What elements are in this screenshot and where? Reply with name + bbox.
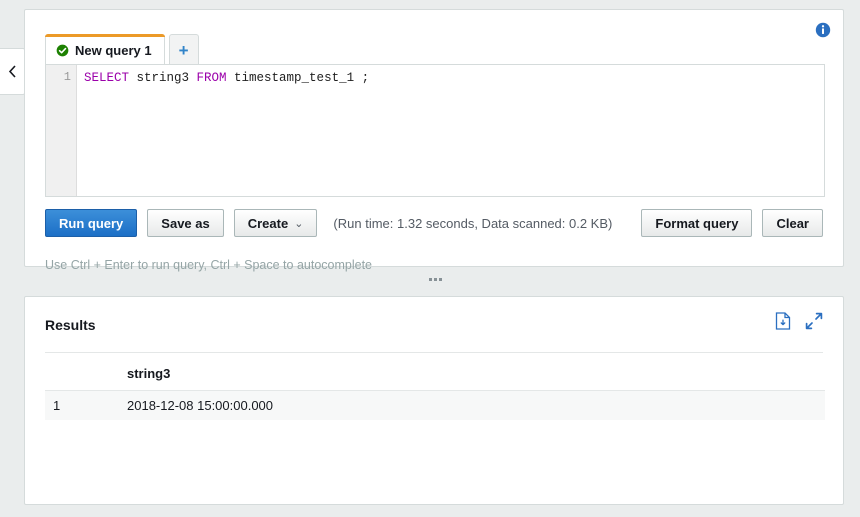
create-button[interactable]: Create ⌄: [233, 209, 318, 237]
run-statistics-text: (Run time: 1.32 seconds, Data scanned: 0…: [333, 215, 613, 231]
sql-code-line: SELECT string3 FROM timestamp_test_1 ;: [84, 70, 820, 86]
download-file-icon[interactable]: [775, 312, 791, 330]
query-tab-new-query-1[interactable]: New query 1: [45, 34, 165, 65]
sql-keyword-from: FROM: [196, 71, 227, 85]
plus-icon: +: [178, 40, 189, 60]
results-header: Results: [45, 312, 823, 353]
results-column-index: [45, 359, 119, 391]
row-index-cell: 1: [45, 390, 119, 420]
editor-line-number: 1: [63, 70, 71, 84]
sql-column-name: string3: [129, 71, 197, 85]
expand-diagonal-icon[interactable]: [805, 312, 823, 330]
query-action-bar: Run query Save as Create ⌄ (Run time: 1.…: [45, 209, 823, 239]
editor-gutter: 1: [46, 65, 77, 196]
results-table-head: string3: [45, 359, 825, 391]
row-string3-cell: 2018-12-08 15:00:00.000: [119, 390, 825, 420]
info-icon[interactable]: [815, 22, 831, 38]
sidebar-collapse-button[interactable]: [0, 48, 25, 95]
chevron-left-icon: [8, 65, 17, 78]
sql-table-name: timestamp_test_1 ;: [226, 71, 370, 85]
chevron-down-icon: ⌄: [294, 217, 304, 230]
results-header-actions: [775, 312, 823, 330]
add-query-tab-button[interactable]: +: [168, 34, 199, 65]
table-row[interactable]: 1 2018-12-08 15:00:00.000: [45, 390, 825, 420]
keyboard-shortcut-hint: Use Ctrl + Enter to run query, Ctrl + Sp…: [45, 258, 373, 272]
results-table: string3 1 2018-12-08 15:00:00.000: [45, 359, 825, 420]
sql-editor[interactable]: 1 SELECT string3 FROM timestamp_test_1 ;: [45, 64, 825, 197]
query-left-actions: Run query Save as Create ⌄ (Run time: 1.…: [45, 209, 612, 237]
create-button-label: Create: [247, 215, 289, 231]
save-as-button[interactable]: Save as: [147, 209, 224, 237]
format-query-button[interactable]: Format query: [641, 209, 753, 237]
clear-button[interactable]: Clear: [762, 209, 823, 237]
query-editor-panel: New query 1 + 1 SELECT string3 FROM time…: [24, 9, 844, 272]
query-right-actions: Format query Clear: [641, 209, 823, 237]
drag-handle-icon[interactable]: [418, 273, 452, 285]
results-header-row: string3: [45, 359, 825, 391]
query-tab-label: New query 1: [75, 42, 152, 58]
results-column-string3: string3: [119, 359, 825, 391]
query-tab-strip: New query 1 +: [45, 32, 199, 65]
check-circle-icon: [56, 44, 69, 57]
results-panel: Results string3 1 2018-12-08 15:00:00.00…: [24, 296, 844, 505]
results-table-body: 1 2018-12-08 15:00:00.000: [45, 390, 825, 420]
athena-query-editor-page: New query 1 + 1 SELECT string3 FROM time…: [0, 0, 860, 517]
sql-keyword-select: SELECT: [84, 71, 130, 85]
results-title: Results: [45, 317, 96, 333]
run-query-button[interactable]: Run query: [45, 209, 138, 237]
